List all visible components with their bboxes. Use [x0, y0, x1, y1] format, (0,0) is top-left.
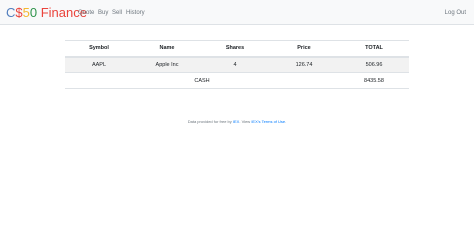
- portfolio-table-body: AAPL Apple Inc 4 126.74 506.96: [65, 56, 409, 73]
- header-name: Name: [133, 40, 201, 58]
- header-shares: Shares: [201, 40, 269, 58]
- nav-link-logout[interactable]: Log Out: [445, 10, 466, 17]
- cell-symbol: AAPL: [65, 56, 133, 73]
- nav-link-buy[interactable]: Buy: [98, 10, 108, 17]
- header-symbol: Symbol: [65, 40, 133, 58]
- footer-suffix: .: [285, 119, 287, 124]
- cash-row: CASH 8435.58: [65, 72, 409, 89]
- cash-label: CASH: [65, 72, 339, 89]
- brand-logo[interactable]: C$50 Finance: [6, 5, 87, 20]
- brand-part-0: 0: [29, 5, 38, 20]
- footer-middle: . View: [239, 119, 251, 124]
- terms-link[interactable]: IEX's Terms of Use: [251, 119, 285, 124]
- nav-link-history[interactable]: History: [126, 10, 145, 17]
- header-total: TOTAL: [339, 40, 409, 58]
- footer: Data provided for free by IEX. View IEX'…: [0, 119, 474, 124]
- cell-name: Apple Inc: [133, 56, 201, 73]
- navbar: C$50 Finance Quote Buy Sell History Log …: [0, 0, 474, 25]
- header-price: Price: [269, 40, 339, 58]
- portfolio-table-header: Symbol Name Shares Price TOTAL: [65, 40, 409, 58]
- portfolio-table-footer: CASH 8435.58: [65, 72, 409, 89]
- brand-part-c: C: [6, 5, 16, 20]
- cash-value: 8435.58: [339, 72, 409, 89]
- brand-part-5: 5: [22, 5, 30, 20]
- portfolio-table: Symbol Name Shares Price TOTAL AAPL Appl…: [65, 40, 409, 89]
- brand-part-dollar: $: [15, 5, 23, 20]
- header-row: Symbol Name Shares Price TOTAL: [65, 40, 409, 58]
- footer-prefix: Data provided for free by: [187, 119, 232, 124]
- cell-total: 506.96: [339, 56, 409, 73]
- nav-link-quote[interactable]: Quote: [78, 10, 94, 17]
- nav-link-sell[interactable]: Sell: [112, 10, 122, 17]
- table-row: AAPL Apple Inc 4 126.74 506.96: [65, 56, 409, 73]
- cell-price: 126.74: [269, 56, 339, 73]
- cell-shares: 4: [201, 56, 269, 73]
